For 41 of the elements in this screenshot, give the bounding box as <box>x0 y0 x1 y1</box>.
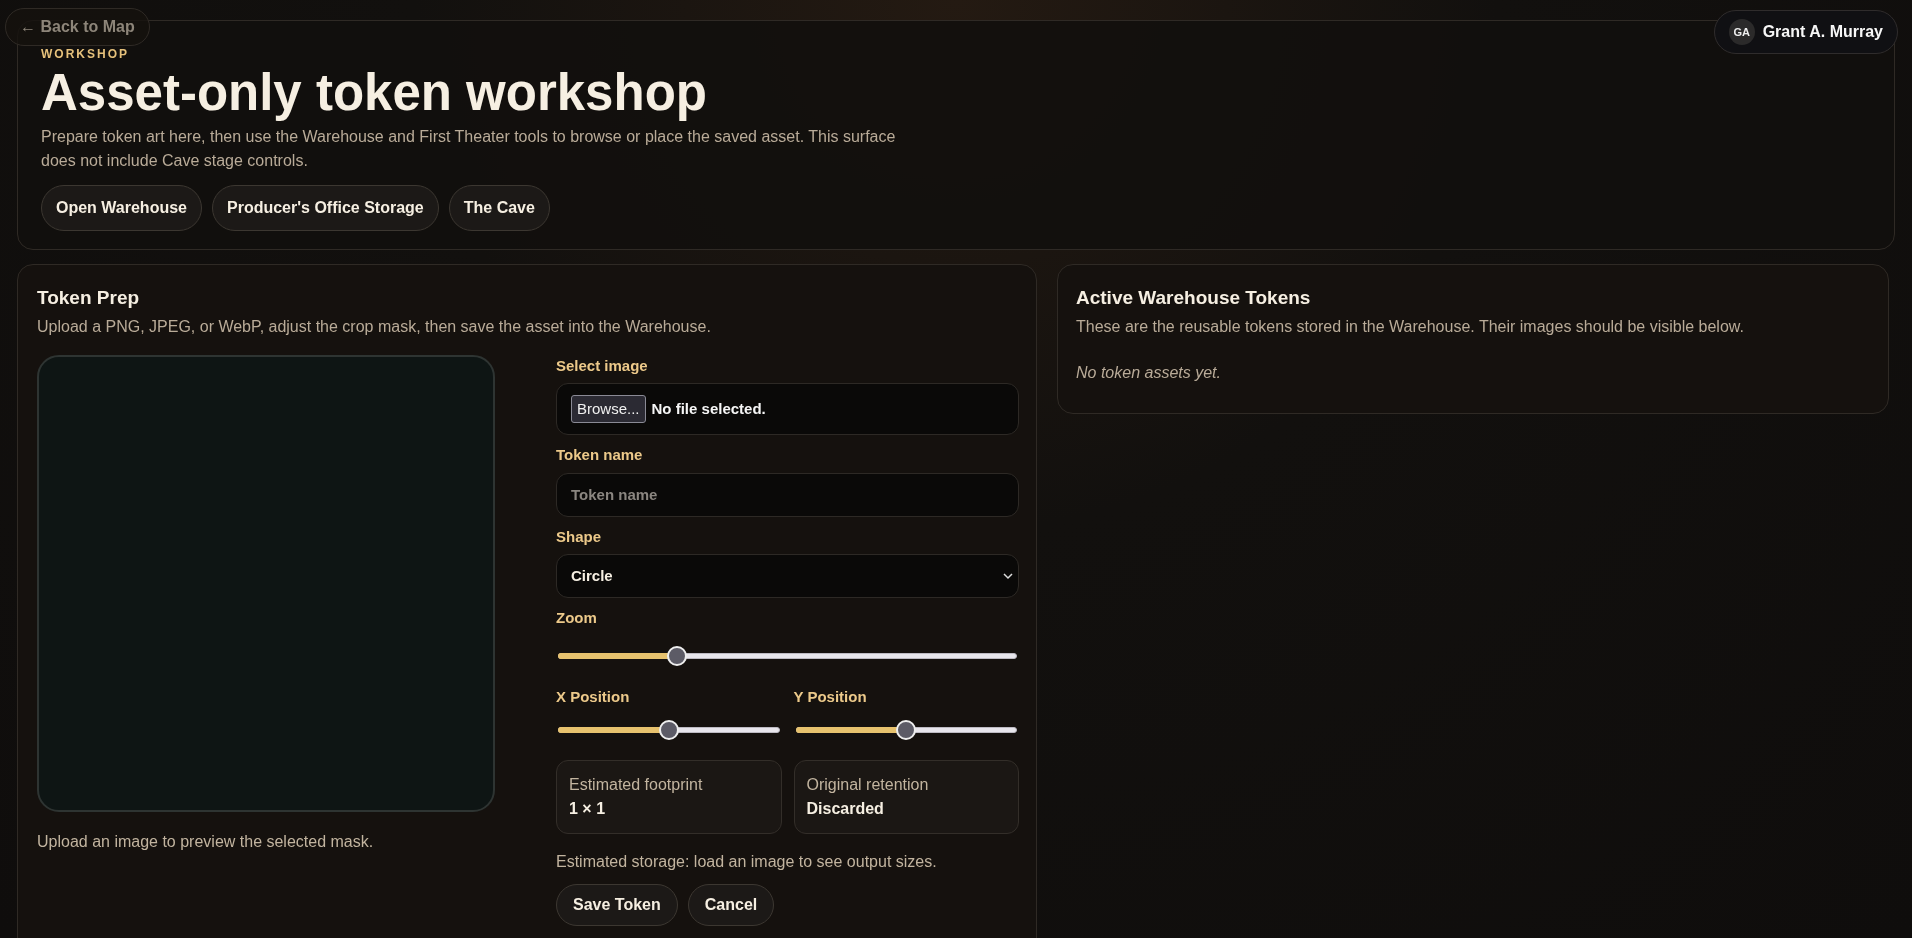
card-title: Active Warehouse Tokens <box>1076 286 1312 311</box>
info-label: Estimated footprint <box>569 775 704 796</box>
page-description: Prepare token art here, then use the Warehouse and First Theater tools to browse or place the saved asset. This surface does not include Cave stage controls. <box>41 127 897 172</box>
user-name: Grant A. Murray <box>1762 22 1883 42</box>
field-label: Zoom <box>556 608 598 629</box>
file-status: No file selected. <box>651 398 766 419</box>
empty-message: No token assets yet. <box>1076 362 1222 383</box>
shape-select[interactable]: Circle <box>556 554 1019 599</box>
storage-note: Estimated storage: load an image to see output sizes. <box>556 852 938 873</box>
user-avatar: GA <box>1728 19 1755 45</box>
chevron-down-icon <box>1002 572 1014 581</box>
nav-button[interactable]: Producer's Office Storage <box>212 185 439 232</box>
slider[interactable] <box>795 720 1017 741</box>
nav-button[interactable]: The Cave <box>448 185 550 232</box>
info-value: Discarded <box>806 799 885 820</box>
slider[interactable] <box>558 645 1017 666</box>
slider-thumb[interactable] <box>896 720 917 741</box>
info-value: 1 × 1 <box>569 799 607 820</box>
field-label: X Position <box>556 686 631 707</box>
card-title: Token Prep <box>37 286 141 311</box>
back-link[interactable]: ← Back to Map <box>5 8 150 46</box>
action-button[interactable]: Cancel <box>687 884 775 927</box>
action-button[interactable]: Save Token <box>556 884 678 927</box>
page-title: Asset-only token workshop <box>41 65 708 122</box>
info-label: Original retention <box>806 775 930 796</box>
user-chip[interactable]: GA Grant A. Murray <box>1713 10 1898 54</box>
card-subtitle: These are the reusable tokens stored in the Warehouse. Their images should be visible below. <box>1076 316 1745 337</box>
slider-thumb[interactable] <box>658 720 679 741</box>
token-name-field[interactable]: Token name <box>556 472 1019 517</box>
file-field[interactable]: Browse... No file selected. <box>556 383 1019 436</box>
card-subtitle: Upload a PNG, JPEG, or WebP, adjust the crop mask, then save the asset into the Warehouse. <box>37 316 712 337</box>
nav-button[interactable]: Open Warehouse <box>41 185 202 232</box>
field-label: Token name <box>556 445 644 466</box>
field-label: Shape <box>556 526 602 547</box>
field-label: Select image <box>556 355 649 376</box>
browse-button[interactable]: Browse... <box>571 394 646 424</box>
field-label: Y Position <box>793 686 868 707</box>
preview-caption: Upload an image to preview the selected mask. <box>37 831 375 852</box>
eyebrow: WORKSHOP <box>41 46 130 63</box>
slider[interactable] <box>558 720 780 741</box>
slider-thumb[interactable] <box>667 645 688 666</box>
